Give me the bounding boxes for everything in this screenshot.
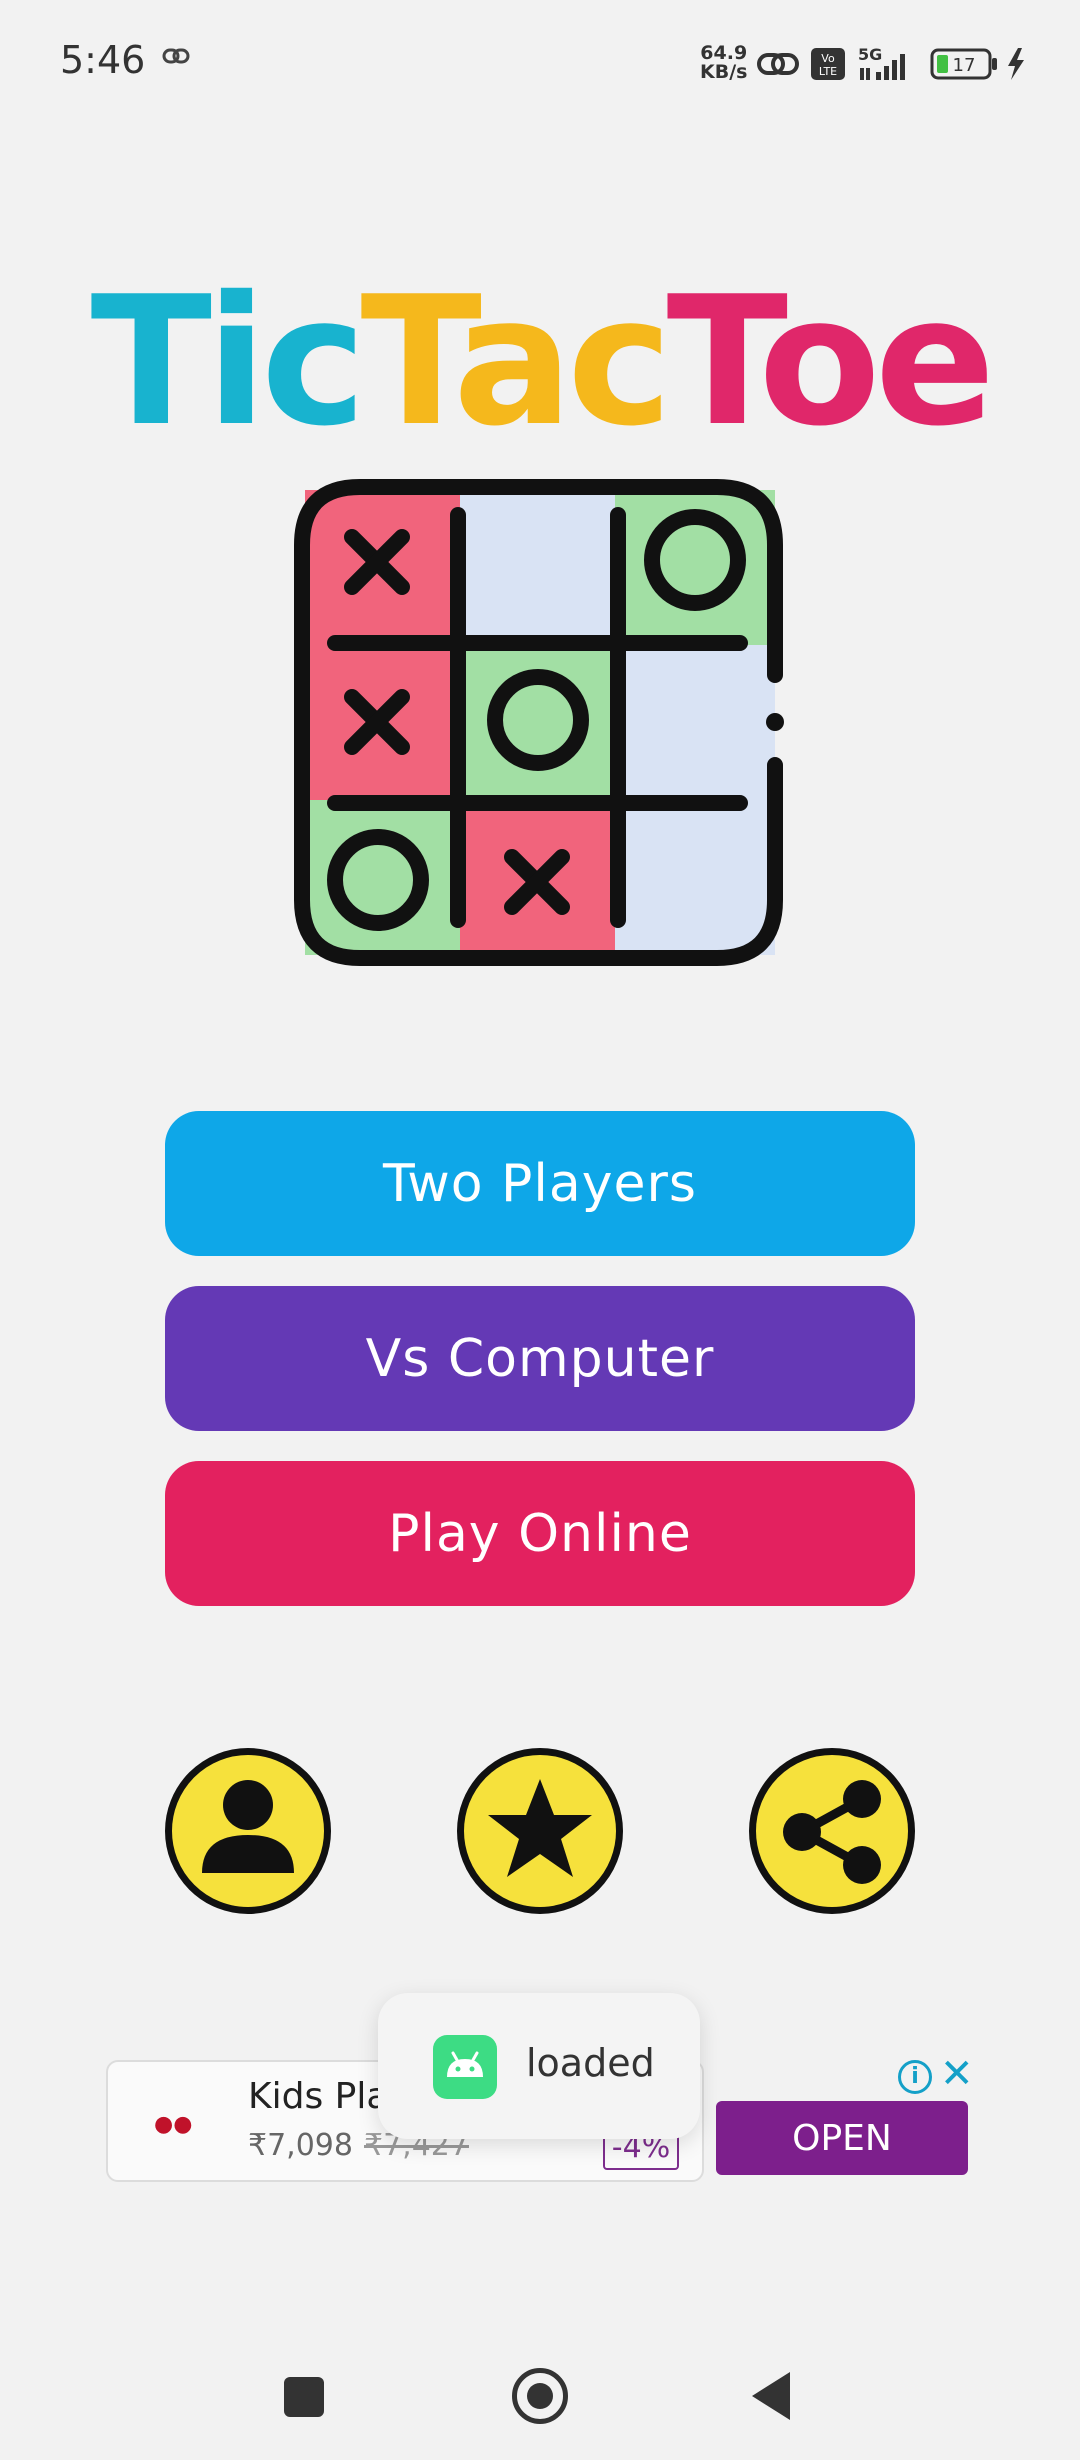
- ad-title: Kids Pla: [248, 2076, 389, 2117]
- hotspot-icon: [757, 53, 799, 75]
- toast: loaded: [378, 1993, 700, 2139]
- rate-button[interactable]: [457, 1748, 623, 1914]
- status-bar: 5:46 64.9 KB/s Vo LTE 5G 17: [0, 0, 1080, 130]
- svg-text:Vo: Vo: [821, 52, 835, 65]
- profile-button[interactable]: [165, 1748, 331, 1914]
- two-players-button[interactable]: Two Players: [165, 1111, 915, 1256]
- status-time: 5:46: [60, 38, 146, 82]
- title-tic: Tic: [90, 258, 367, 465]
- network-type: 5G: [858, 45, 882, 64]
- app-title: TicTacToe: [0, 262, 1080, 462]
- star-icon: [488, 1779, 592, 1877]
- ad-product-image: ●●: [154, 2112, 193, 2137]
- home-icon[interactable]: [512, 2368, 568, 2424]
- back-icon[interactable]: [752, 2372, 790, 2420]
- share-icon: [783, 1780, 881, 1884]
- navigation-bar: [0, 2330, 1080, 2460]
- share-button[interactable]: [749, 1748, 915, 1914]
- ad-info-icon[interactable]: i: [898, 2060, 932, 2094]
- ad-open-button[interactable]: OPEN: [716, 2101, 968, 2175]
- recents-icon[interactable]: [284, 2377, 324, 2417]
- play-online-button[interactable]: Play Online: [165, 1461, 915, 1606]
- android-icon: [433, 2035, 497, 2099]
- vs-computer-button[interactable]: Vs Computer: [165, 1286, 915, 1431]
- link-icon: [162, 46, 190, 70]
- title-toe: Toe: [666, 258, 996, 465]
- svg-text:17: 17: [953, 55, 976, 76]
- volte-icon: Vo LTE: [811, 48, 845, 80]
- network-speed: 64.9 KB/s: [700, 42, 748, 83]
- ad-price: ₹7,098: [248, 2128, 353, 2163]
- toast-text: loaded: [526, 2041, 655, 2085]
- ad-close-icon[interactable]: ✕: [940, 2052, 974, 2096]
- title-tac: Tac: [360, 258, 673, 465]
- profile-icon: [202, 1780, 294, 1873]
- battery-icon: 17: [930, 48, 997, 80]
- charging-icon: [1008, 48, 1024, 80]
- status-icons: Vo LTE 5G 17: [756, 44, 1036, 84]
- tictactoe-board-logo: [290, 475, 790, 970]
- svg-text:LTE: LTE: [819, 65, 837, 78]
